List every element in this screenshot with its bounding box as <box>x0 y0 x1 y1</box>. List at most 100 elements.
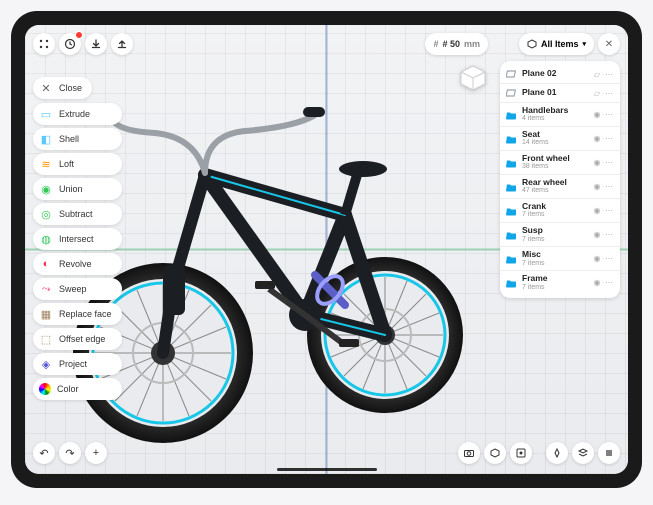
outline-item-label: Seat <box>522 130 588 139</box>
tool-label: Subtract <box>59 209 93 219</box>
doc-number-label: # 50 <box>442 39 460 49</box>
outline-item-seat[interactable]: Seat14 items ◉⋯ <box>500 126 620 150</box>
outline-item-label: Handlebars <box>522 106 588 115</box>
tool-sweep[interactable]: ⤳Sweep <box>33 278 122 300</box>
more-icon[interactable]: ⋯ <box>604 158 614 168</box>
more-icon[interactable]: ⋯ <box>604 206 614 216</box>
menu-icon <box>603 447 615 459</box>
visibility-icon[interactable]: ◉ <box>592 182 602 192</box>
close-tool-button[interactable]: ✕ Close <box>33 77 92 99</box>
tool-loft[interactable]: ≋ Loft <box>33 153 122 175</box>
visibility-icon[interactable]: ◉ <box>592 254 602 264</box>
tool-label: Offset edge <box>59 334 105 344</box>
ar-icon <box>515 447 527 459</box>
outline-item-text: Plane 02 <box>522 69 588 78</box>
plane-toggle-icon[interactable]: ▱ <box>592 88 602 98</box>
more-icon[interactable]: ⋯ <box>604 182 614 192</box>
view-button[interactable] <box>484 442 506 464</box>
tool-label: Loft <box>59 159 74 169</box>
import-button[interactable] <box>85 33 107 55</box>
folder-icon <box>506 205 518 217</box>
undo-icon: ↶ <box>39 447 48 460</box>
export-button[interactable] <box>111 33 133 55</box>
ipad-frame: # # 50 mm All Items ▾ ✕ ✕ <box>11 11 642 488</box>
close-icon: ✕ <box>39 81 53 95</box>
tool-offset-edge[interactable]: ⬚Offset edge <box>33 328 122 350</box>
outline-item-frame[interactable]: Frame7 items◉⋯ <box>500 270 620 294</box>
tool-revolve[interactable]: ◐Revolve <box>33 253 122 275</box>
tool-project[interactable]: ◈Project <box>33 353 122 375</box>
outline-item-subtitle: 7 items <box>522 260 588 268</box>
visibility-icon[interactable]: ◉ <box>592 278 602 288</box>
more-icon[interactable]: ⋯ <box>604 254 614 264</box>
camera-icon <box>463 447 475 459</box>
outline-dropdown[interactable]: All Items ▾ <box>519 33 594 55</box>
undo-button[interactable]: ↶ <box>33 442 55 464</box>
folder-icon <box>506 253 518 265</box>
close-panel-button[interactable]: ✕ <box>598 33 620 55</box>
visibility-icon[interactable]: ◉ <box>592 206 602 216</box>
outline-item-subtitle: 7 items <box>522 236 588 244</box>
tool-intersect[interactable]: ◍ Intersect <box>33 228 122 250</box>
more-icon[interactable]: ⋯ <box>604 134 614 144</box>
outline-item-handlebars[interactable]: Handlebars4 items ◉⋯ <box>500 102 620 126</box>
menu-button[interactable] <box>33 33 55 55</box>
tool-subtract[interactable]: ◎Subtract <box>33 203 122 225</box>
tool-label: Intersect <box>59 234 94 244</box>
document-units[interactable]: # # 50 mm <box>425 33 488 55</box>
outline-item-subtitle: 47 items <box>522 187 588 195</box>
ar-button[interactable] <box>510 442 532 464</box>
outline-item-actions: ◉⋯ <box>592 182 614 192</box>
plus-icon: + <box>93 447 99 459</box>
layers-button[interactable] <box>572 442 594 464</box>
outline-item-text: Handlebars4 items <box>522 106 588 123</box>
tool-replace-face[interactable]: ▦Replace face <box>33 303 122 325</box>
layers-icon <box>577 447 589 459</box>
history-icon <box>64 38 76 50</box>
add-button[interactable]: + <box>85 442 107 464</box>
tool-extrude[interactable]: ▭Extrude <box>33 103 122 125</box>
outline-item-text: Susp7 items <box>522 226 588 243</box>
more-icon[interactable]: ⋯ <box>604 110 614 120</box>
outline-item-actions: ◉⋯ <box>592 110 614 120</box>
outline-item-actions: ▱⋯ <box>592 69 614 79</box>
folder-icon <box>506 157 518 169</box>
camera-button[interactable] <box>458 442 480 464</box>
more-icon[interactable]: ⋯ <box>604 230 614 240</box>
history-button[interactable] <box>59 33 81 55</box>
outline-item-plane-01[interactable]: Plane 01▱⋯ <box>500 83 620 102</box>
close-icon: ✕ <box>605 39 613 50</box>
union-icon: ◉ <box>39 182 53 196</box>
loft-icon: ≋ <box>39 157 53 171</box>
outline-item-crank[interactable]: Crank7 items◉⋯ <box>500 198 620 222</box>
intersect-icon: ◍ <box>39 232 53 246</box>
snap-button[interactable] <box>546 442 568 464</box>
outline-item-front-wheel[interactable]: Front wheel38 items ◉⋯ <box>500 150 620 174</box>
outline-item-text: Front wheel38 items <box>522 154 588 171</box>
redo-button[interactable]: ↷ <box>59 442 81 464</box>
outline-item-rear-wheel[interactable]: Rear wheel47 items◉⋯ <box>500 174 620 198</box>
outline-item-susp[interactable]: Susp7 items ◉⋯ <box>500 222 620 246</box>
extrude-icon: ▭ <box>39 107 53 121</box>
outline-item-label: Front wheel <box>522 154 588 163</box>
outline-item-misc[interactable]: Misc7 items◉⋯ <box>500 246 620 270</box>
tool-union[interactable]: ◉Union <box>33 178 122 200</box>
visibility-icon[interactable]: ◉ <box>592 134 602 144</box>
app-screen: # # 50 mm All Items ▾ ✕ ✕ <box>25 25 628 474</box>
more-icon[interactable]: ⋯ <box>604 69 614 79</box>
plane-icon <box>506 68 518 80</box>
settings-button[interactable] <box>598 442 620 464</box>
badge-icon <box>75 31 83 39</box>
tool-shell[interactable]: ◧Shell <box>33 128 122 150</box>
visibility-icon[interactable]: ◉ <box>592 158 602 168</box>
more-icon[interactable]: ⋯ <box>604 278 614 288</box>
redo-icon: ↷ <box>65 447 74 460</box>
visibility-icon[interactable]: ◉ <box>592 110 602 120</box>
orientation-widget[interactable] <box>458 63 488 93</box>
tool-color[interactable]: Color <box>33 378 122 400</box>
more-icon[interactable]: ⋯ <box>604 88 614 98</box>
outline-item-plane-02[interactable]: Plane 02 ▱⋯ <box>500 65 620 83</box>
outline-item-subtitle: 14 items <box>522 139 588 147</box>
plane-toggle-icon[interactable]: ▱ <box>592 69 602 79</box>
visibility-icon[interactable]: ◉ <box>592 230 602 240</box>
